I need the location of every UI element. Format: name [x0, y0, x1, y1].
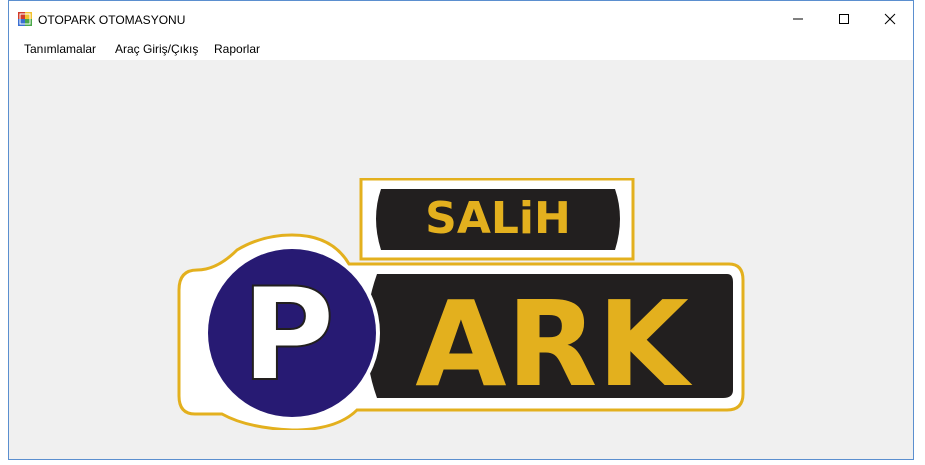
menu-arac-giris-cikis[interactable]: Araç Giriş/Çıkış: [115, 42, 198, 56]
logo-top-word: SALiH: [425, 193, 571, 244]
menu-tanimlamalar[interactable]: Tanımlamalar: [24, 42, 96, 56]
minimize-icon: [793, 18, 803, 20]
main-window: OTOPARK OTOMASYONU Tanımlamalar Araç Gir…: [8, 0, 914, 460]
close-button[interactable]: [867, 1, 913, 37]
minimize-button[interactable]: [775, 1, 821, 37]
window-title: OTOPARK OTOMASYONU: [38, 13, 186, 27]
menu-raporlar[interactable]: Raporlar: [214, 42, 260, 56]
maximize-button[interactable]: [821, 1, 867, 37]
title-bar[interactable]: OTOPARK OTOMASYONU: [9, 1, 913, 37]
close-icon: [884, 13, 896, 25]
client-area: SALiH ARK P: [9, 60, 913, 459]
background-bottom-edge: [0, 460, 925, 465]
logo-bottom-word: ARK: [415, 275, 693, 413]
menu-bar: Tanımlamalar Araç Giriş/Çıkış Raporlar: [9, 37, 913, 60]
maximize-icon: [839, 14, 849, 24]
logo-letter: P: [241, 261, 335, 410]
salih-park-logo: SALiH ARK P: [177, 178, 745, 430]
app-icon: [18, 12, 32, 26]
